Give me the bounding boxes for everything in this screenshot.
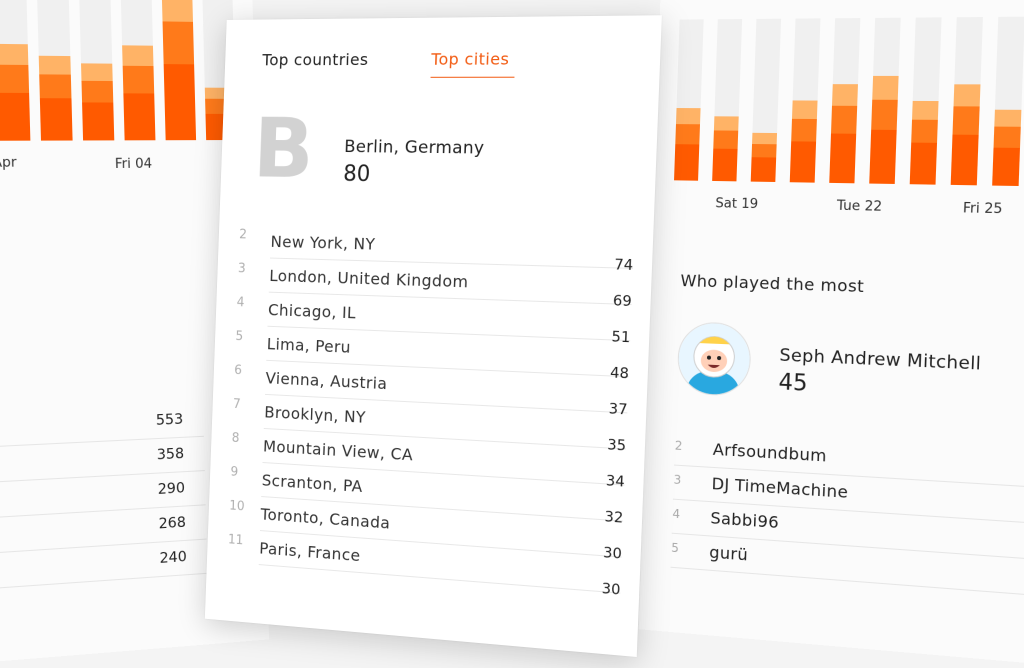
- top-city-count: 80: [342, 161, 371, 187]
- left-chart-bar-segment: [0, 92, 31, 141]
- city-rank: 11: [227, 532, 244, 549]
- right-chart-bar-segment: [992, 147, 1021, 187]
- left-chart-bar[interactable]: [161, 0, 197, 141]
- left-chart-bar[interactable]: [120, 0, 156, 141]
- player-rank: 3: [673, 472, 682, 488]
- player-name: gurü: [708, 542, 749, 565]
- city-name: Chicago, IL: [267, 300, 357, 323]
- city-list: 2 New York, NY 74 3 London, United Kingdom 69…: [227, 227, 634, 599]
- list-item-value: 268: [158, 514, 187, 533]
- right-chart-bar[interactable]: [750, 18, 782, 182]
- right-chart-bar[interactable]: [829, 18, 861, 184]
- daily-plays-bar-chart-right: [674, 5, 1024, 187]
- right-chart-bar[interactable]: [674, 19, 704, 181]
- city-name: Paris, France: [258, 538, 361, 566]
- right-chart-bar-segment: [674, 144, 700, 181]
- city-rank: 8: [231, 431, 240, 446]
- city-name: Vienna, Austria: [265, 368, 388, 394]
- right-chart-bar-segment: [869, 129, 897, 184]
- x-axis-label: Fri 04: [114, 156, 153, 173]
- x-axis-label: Sat 19: [715, 196, 759, 213]
- cartoon-avatar-icon: [677, 322, 751, 396]
- city-rank: 5: [235, 329, 244, 345]
- city-rank: 2: [238, 227, 248, 243]
- city-rank: 4: [236, 295, 245, 311]
- city-name: Toronto, Canada: [260, 504, 391, 533]
- city-rank: 7: [232, 397, 241, 413]
- list-item-value: 553: [155, 411, 184, 429]
- left-chart-bar-segment: [163, 64, 197, 141]
- right-chart-bar-segment: [950, 134, 979, 186]
- x-axis-label: Apr: [0, 155, 17, 171]
- right-chart-bar-segment: [750, 157, 777, 182]
- right-chart-bar[interactable]: [909, 17, 942, 185]
- left-chart-bar[interactable]: [36, 0, 73, 141]
- right-chart-bar-segment: [712, 148, 738, 182]
- list-item-value: 240: [159, 548, 187, 567]
- right-chart-bar[interactable]: [712, 19, 743, 182]
- player-rank: 4: [672, 506, 681, 522]
- top-city-initial: B: [251, 100, 316, 197]
- city-name: Lima, Peru: [266, 334, 352, 357]
- city-play-count: 74: [614, 257, 634, 275]
- list-item-value: 358: [156, 445, 185, 464]
- top-player-count: 45: [778, 369, 808, 397]
- top-city-name: Berlin, Germany: [343, 137, 485, 159]
- right-chart-bar-segment: [789, 141, 817, 183]
- right-chart-bar[interactable]: [950, 17, 983, 186]
- tab-bar: Top countries Top cities: [261, 49, 629, 90]
- city-name: Scranton, PA: [261, 470, 363, 496]
- right-chart-bar[interactable]: [789, 18, 821, 183]
- player-list: 2 Arfsoundbum 3 DJ TimeMachine 4 Sabbi96 5 gurü: [670, 431, 1024, 596]
- city-name: Brooklyn, NY: [264, 402, 367, 427]
- left-chart-bar-segment: [39, 97, 73, 141]
- player-rank: 2: [674, 438, 683, 453]
- list-item-value: 290: [157, 480, 186, 498]
- avatar[interactable]: [676, 321, 752, 397]
- city-name: New York, NY: [270, 232, 376, 254]
- player-name: Sabbi96: [710, 508, 780, 533]
- city-rank: 10: [228, 498, 245, 515]
- city-rank: 3: [237, 261, 246, 277]
- city-name: Mountain View, CA: [262, 436, 414, 465]
- right-chart-bar-segment: [829, 133, 857, 184]
- left-values-list: 553 358 290 268 240: [0, 402, 208, 592]
- city-play-count: 30: [601, 580, 621, 599]
- plays-chart-panel-right: Sat 19 Tue 22 Fri 25 Who played the most…: [638, 0, 1024, 668]
- row-divider: [258, 564, 621, 594]
- x-axis-label: Tue 22: [836, 198, 883, 215]
- player-name: Arfsoundbum: [712, 439, 828, 466]
- who-played-heading: Who played the most: [680, 270, 865, 297]
- x-axis-label: Fri 25: [962, 200, 1003, 218]
- left-chart-bar[interactable]: [78, 0, 115, 141]
- tab-top-countries[interactable]: Top countries: [262, 50, 369, 77]
- right-chart-bar[interactable]: [869, 17, 901, 184]
- city-rank: 6: [233, 363, 243, 379]
- right-chart-bar-segment: [909, 142, 938, 185]
- top-player-name: Seph Andrew Mitchell: [779, 345, 982, 375]
- top-locations-card: Top countries Top cities B Berlin, Germa…: [204, 15, 662, 658]
- city-name: London, United Kingdom: [269, 266, 469, 292]
- right-chart-bar[interactable]: [992, 16, 1024, 187]
- left-chart-bar-segment: [123, 92, 156, 141]
- left-chart-bar-segment: [82, 101, 115, 141]
- player-rank: 5: [671, 540, 680, 556]
- city-rank: 9: [230, 464, 239, 480]
- left-chart-bar[interactable]: [0, 0, 31, 141]
- tab-top-cities[interactable]: Top cities: [430, 49, 516, 78]
- player-name: DJ TimeMachine: [711, 473, 849, 502]
